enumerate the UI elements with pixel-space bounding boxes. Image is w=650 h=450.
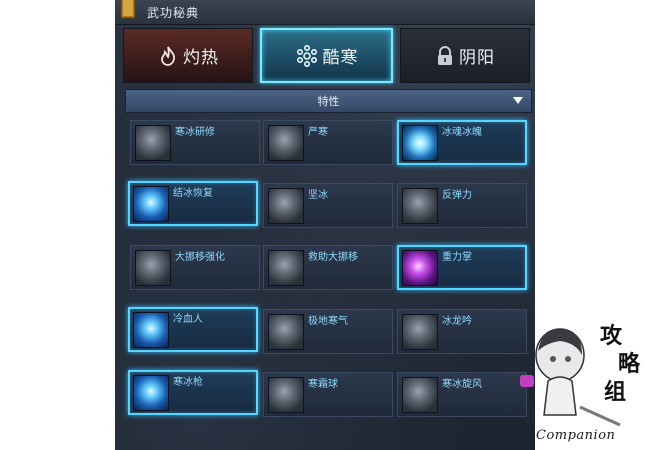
skill-name: 冷血人 [173,314,203,325]
skill-slot-active[interactable]: 寒冰枪 [128,370,258,415]
skill-icon [135,250,171,286]
skill-name: 寒霜球 [308,379,338,390]
skill-icon [133,186,169,222]
skill-slot[interactable]: 坚冰 [263,183,393,228]
skill-icon [133,312,169,348]
skill-slot-active[interactable]: 重力掌 [397,245,527,290]
skill-icon [402,125,438,161]
skill-icon [402,314,438,350]
skill-name: 大挪移强化 [175,252,225,263]
skill-name: 反弹力 [442,190,472,201]
skill-name: 寒冰枪 [173,377,203,388]
skill-slot-active[interactable]: 冰魂冰魄 [397,120,527,165]
skill-slot[interactable]: 冰龙吟 [397,309,527,354]
skill-name: 冰龙吟 [442,316,472,327]
skill-icon [402,250,438,286]
skill-name: 寒冰研修 [175,127,215,138]
watermark-char: 组 [604,379,627,405]
skill-slot[interactable]: 寒霜球 [263,372,393,417]
skill-name: 重力掌 [442,252,472,263]
skill-slot-active[interactable]: 结冰恢复 [128,181,258,226]
skill-name: 冰魂冰魄 [442,127,482,138]
skill-name: 结冰恢复 [173,188,213,199]
skill-name: 寒冰旋风 [442,379,482,390]
skill-icon [402,188,438,224]
skill-slot[interactable]: 反弹力 [397,183,527,228]
skill-icon [135,125,171,161]
skill-slot[interactable]: 寒冰研修 [130,120,260,165]
skill-icon [268,250,304,286]
watermark-text: Companion [536,428,616,443]
skill-name: 严寒 [308,127,328,138]
skill-slot[interactable]: 严寒 [263,120,393,165]
skill-icon [268,188,304,224]
skill-book-window: 武功秘典 灼热 酷寒 阴阳 特性 寒冰研修 严寒 冰魂冰魄 结冰恢复 坚冰 反弹… [115,0,535,450]
skill-slot-active[interactable]: 冷血人 [128,307,258,352]
skill-slot[interactable]: 大挪移强化 [130,245,260,290]
skill-grid: 寒冰研修 严寒 冰魂冰魄 结冰恢复 坚冰 反弹力 大挪移强化 救助大挪移 重力掌… [115,0,535,450]
skill-name: 极地寒气 [308,316,348,327]
skill-slot[interactable]: 寒冰旋风 [397,372,527,417]
skill-icon [268,125,304,161]
skill-icon [133,375,169,411]
skill-slot[interactable]: 极地寒气 [263,309,393,354]
skill-icon [268,314,304,350]
skill-name: 救助大挪移 [308,252,358,263]
skill-slot[interactable]: 救助大挪移 [263,245,393,290]
skill-icon [402,377,438,413]
skill-icon [268,377,304,413]
skill-name: 坚冰 [308,190,328,201]
